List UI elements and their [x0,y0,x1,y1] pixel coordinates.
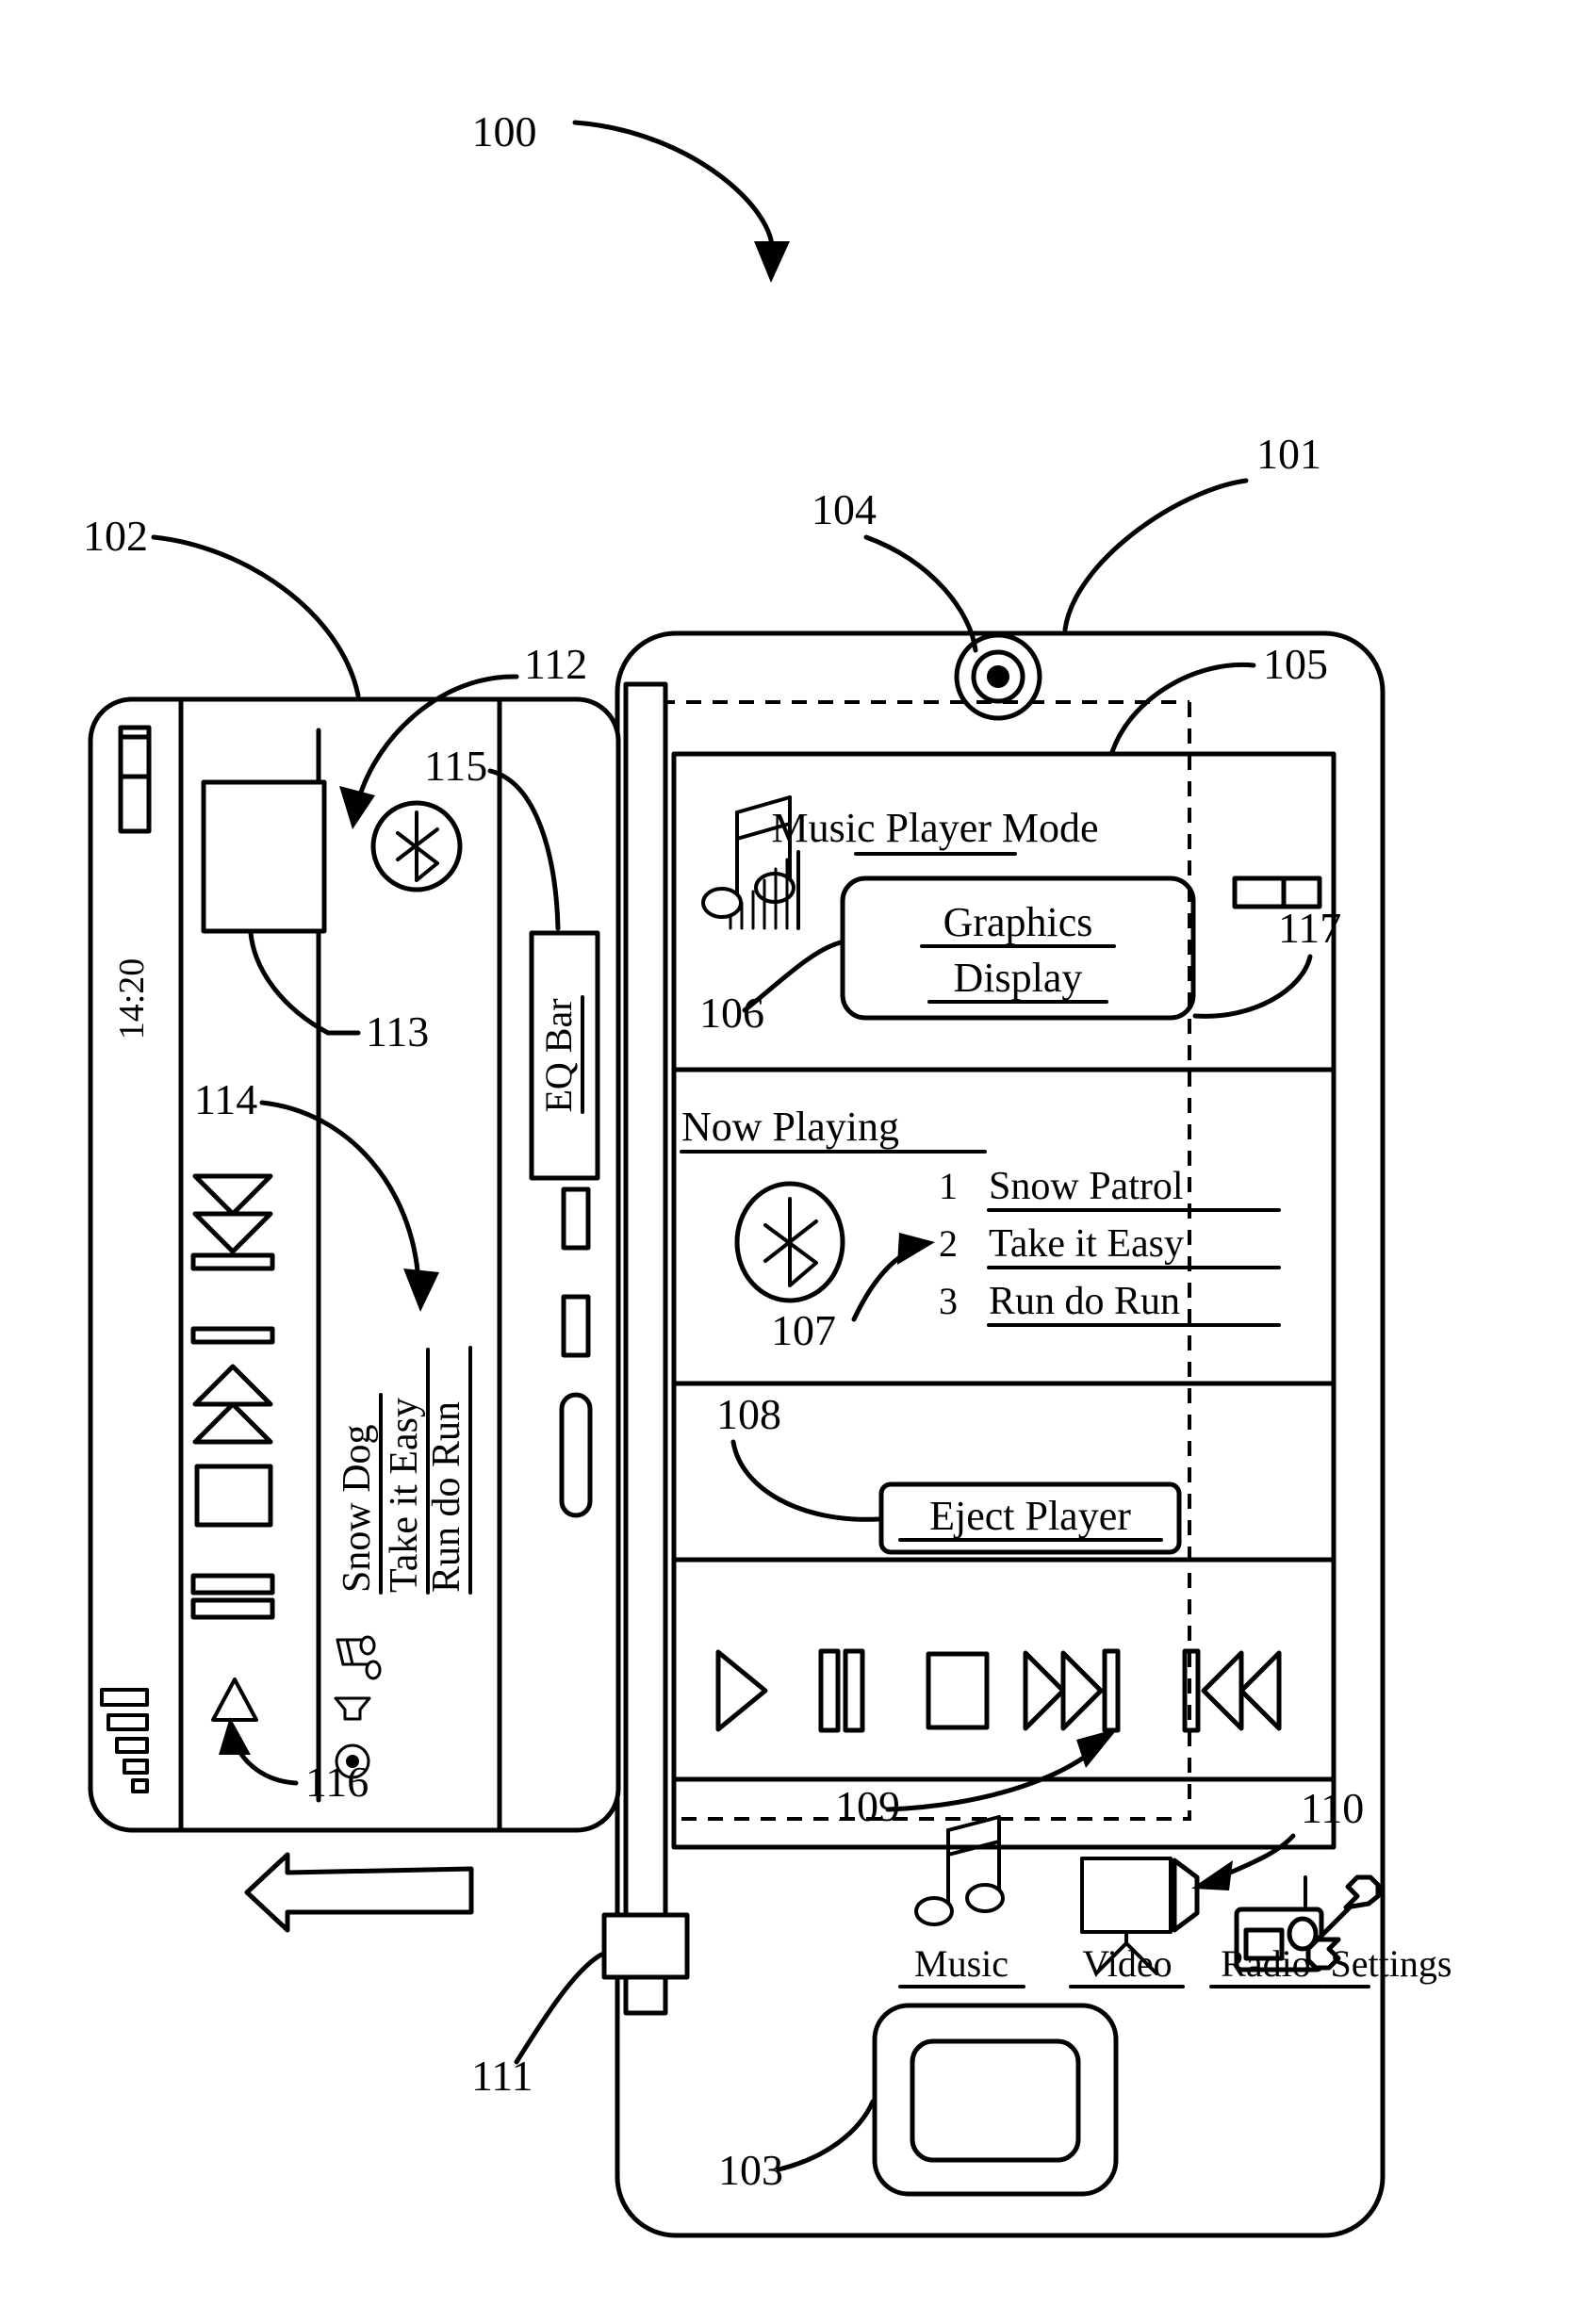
refnum-112: 112 [524,640,587,688]
nav-label-radio: Radio [1221,1942,1311,1985]
eq-bar-label: EQ Bar [537,998,580,1112]
refnum-108: 108 [716,1390,781,1438]
earpiece-speaker-center [987,665,1009,688]
refnum-100: 100 [472,107,537,155]
refnum-115: 115 [424,742,487,790]
phone-side-button-upper[interactable] [561,1187,591,1251]
refnum-107: 107 [771,1306,836,1354]
leader-102 [151,534,361,698]
accessory-track-item[interactable]: Snow Dog [336,1393,383,1595]
eject-player-label: Eject Player [929,1493,1131,1539]
track-number: 3 [939,1280,958,1322]
refnum-101: 101 [1256,430,1321,478]
patent-figure-100: 100 Music Player Mode Graphics Display N… [83,107,1452,2238]
stop-button[interactable] [926,1651,990,1730]
now-playing-heading: Now Playing [681,1104,899,1150]
refnum-104: 104 [812,485,877,533]
accessory-device[interactable]: 14:20 Snow Dog Take it Easy Run do Run E… [88,696,621,1833]
leader-line-100 [572,120,775,259]
accessory-body [88,696,621,1833]
track-title: Snow Patrol [989,1165,1184,1208]
stop-button[interactable] [194,1464,273,1528]
nav-label-settings: Settings [1331,1942,1452,1985]
graphics-display-line1: Graphics [943,899,1093,945]
refnum-102: 102 [83,512,148,560]
accessory-clock: 14:20 [112,958,152,1040]
track-number: 2 [939,1222,958,1265]
accessory-track-title: Run do Run [425,1401,468,1593]
refnum-117: 117 [1278,904,1341,952]
accessory-graphics-box[interactable] [201,779,327,934]
nav-label-music: Music [914,1942,1009,1985]
battery-icon [118,725,152,834]
track-title: Take it Easy [989,1222,1184,1266]
refnum-109: 109 [835,1782,900,1830]
data-flow-arrow [244,1852,474,1933]
phone-side-button-lower[interactable] [561,1294,591,1358]
home-button-inner[interactable] [910,2038,1081,2163]
figure-canvas: 100 Music Player Mode Graphics Display N… [0,0,1591,2324]
leader-111 [514,1952,604,2065]
bluetooth-icon [734,1181,845,1303]
refnum-105: 105 [1263,640,1328,688]
refnum-111: 111 [471,2052,533,2100]
track-title: Run do Run [989,1280,1180,1323]
refnum-113: 113 [366,1007,429,1056]
accessory-track-title: Snow Dog [336,1424,379,1593]
accessory-bluetooth-icon [370,800,463,892]
refnum-103: 103 [718,2146,783,2194]
refnum-116: 116 [305,1758,369,1806]
screen-mode-title: Music Player Mode [771,805,1098,851]
leader-101 [1062,478,1249,632]
refnum-110: 110 [1301,1784,1364,1832]
nav-label-video: Video [1082,1942,1172,1985]
phone-side-button-long[interactable] [559,1392,593,1518]
track-number: 1 [939,1165,958,1207]
graphics-display-line2: Display [954,955,1083,1001]
accessory-track-title: Take it Easy [383,1398,426,1593]
refnum-114: 114 [194,1075,257,1123]
leader-arrowhead-100 [754,241,790,283]
battery-icon [1232,876,1322,909]
refnum-106: 106 [699,989,764,1037]
